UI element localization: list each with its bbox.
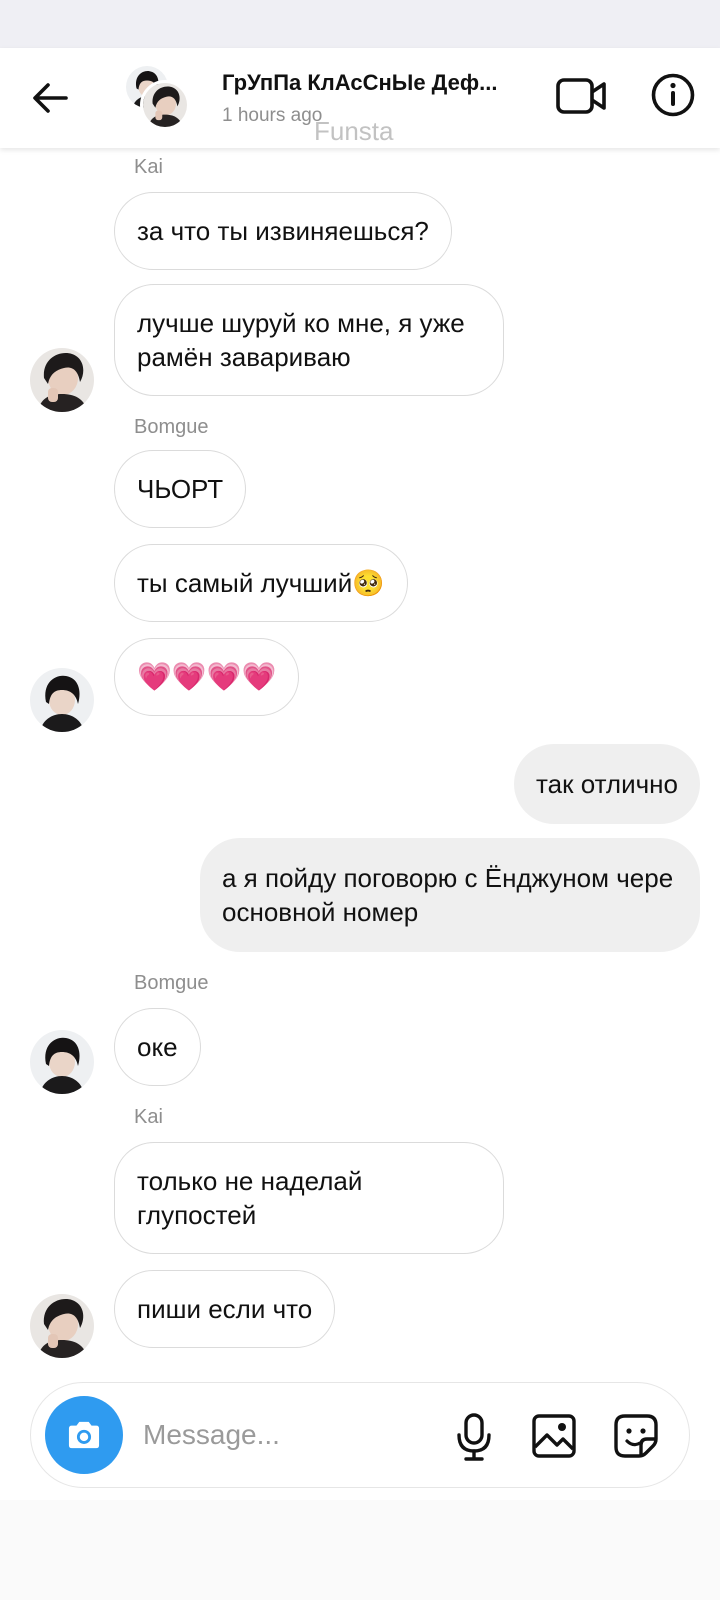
message-thread[interactable]: Kai за что ты извиняешься? лучше шуруй к… [0, 148, 720, 1372]
back-button[interactable] [28, 76, 72, 120]
watermark: Funsta [314, 116, 394, 146]
status-bar [0, 0, 720, 48]
microphone-icon [457, 1413, 491, 1461]
message-input[interactable] [143, 1413, 433, 1457]
outgoing-message[interactable]: так отлично [514, 744, 700, 824]
incoming-message[interactable]: за что ты извиняешься? [114, 192, 452, 270]
bottom-safe-area [0, 1500, 720, 1600]
sender-name: Bomgue [134, 416, 209, 438]
sender-avatar[interactable] [30, 1294, 94, 1358]
sender-avatar[interactable] [30, 668, 94, 732]
arrow-left-icon [33, 83, 68, 113]
incoming-message[interactable]: лучше шуруй ко мне, я уже рамён заварива… [114, 284, 504, 396]
group-avatar[interactable] [124, 64, 190, 130]
incoming-message[interactable]: ЧЬОРТ [114, 450, 247, 528]
gallery-button[interactable] [531, 1413, 577, 1459]
incoming-message[interactable]: 💗💗💗💗 [114, 638, 300, 716]
incoming-message[interactable]: пиши если что [114, 1270, 336, 1348]
chat-title[interactable]: ГрУпПа КлАсСнЫе Деф... [222, 70, 532, 96]
incoming-message[interactable]: только не наделай глупостей [114, 1142, 504, 1254]
video-camera-icon [556, 78, 606, 114]
chat-header: ГрУпПа КлАсСнЫе Деф... 1 hours ago Funst… [0, 48, 720, 148]
chat-info-button[interactable] [650, 72, 696, 118]
video-call-button[interactable] [556, 74, 608, 118]
message-composer [30, 1382, 690, 1488]
sticker-icon [614, 1414, 658, 1458]
last-active-status: 1 hours ago [222, 105, 323, 126]
info-circle-icon [651, 73, 695, 117]
group-member-avatar [140, 80, 190, 130]
incoming-message[interactable]: ты самый лучший🥺 [114, 544, 408, 622]
camera-button[interactable] [45, 1396, 123, 1474]
sticker-button[interactable] [613, 1413, 659, 1459]
sender-name: Kai [134, 156, 163, 178]
incoming-message[interactable]: оке [114, 1008, 201, 1086]
sender-avatar[interactable] [30, 1030, 94, 1094]
sender-name: Kai [134, 1106, 163, 1128]
sender-avatar[interactable] [30, 348, 94, 412]
voice-message-button[interactable] [451, 1413, 497, 1461]
camera-icon [68, 1421, 100, 1449]
image-icon [532, 1414, 576, 1458]
sender-name: Bomgue [134, 972, 209, 994]
outgoing-message[interactable]: а я пойду поговорю с Ёнджуном чере основ… [200, 838, 700, 952]
